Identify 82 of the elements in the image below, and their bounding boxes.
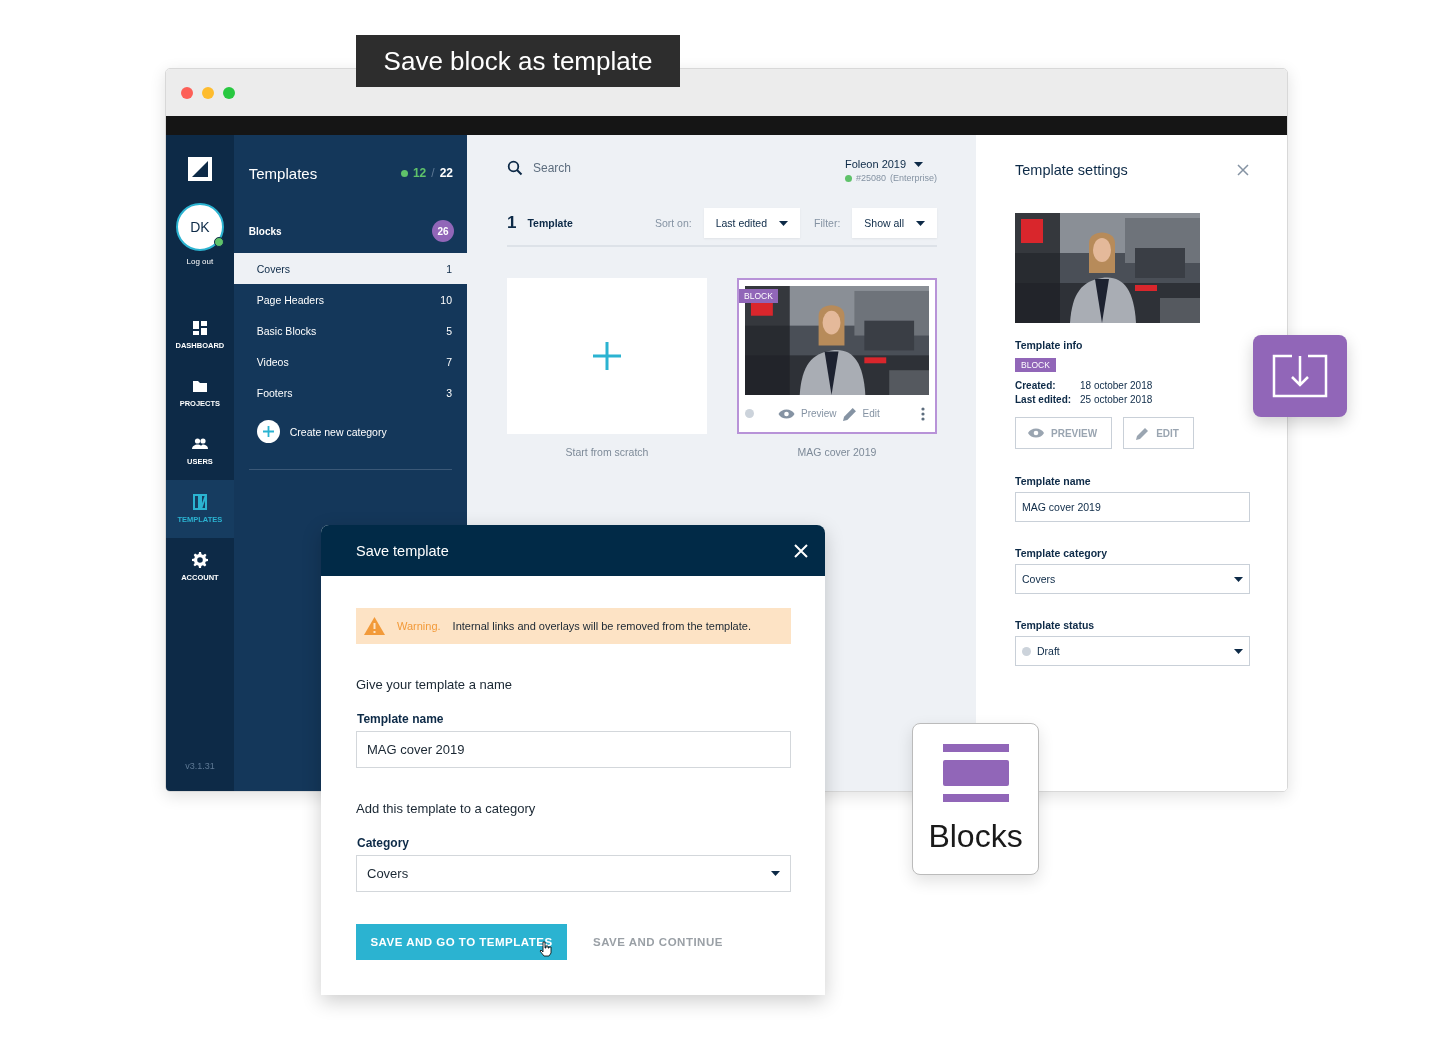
card-caption: MAG cover 2019 [797, 446, 877, 458]
card-caption: Start from scratch [565, 446, 649, 458]
templates-icon [191, 494, 208, 510]
settings-icon [191, 552, 208, 568]
sort-dropdown[interactable]: Last edited [703, 208, 801, 238]
category-select[interactable]: Covers [356, 855, 791, 892]
status-dot [400, 169, 408, 177]
count-separator: / [431, 166, 435, 180]
category-item[interactable]: Page Headers 10 [233, 284, 467, 315]
avatar[interactable]: DK [175, 203, 224, 251]
type-badge: BLOCK [739, 289, 778, 303]
caret-icon [916, 220, 925, 226]
caret-icon [914, 161, 924, 167]
maximize-dot[interactable] [223, 86, 235, 99]
section-heading: Add this template to a category [356, 801, 537, 816]
dialog-title: Save template [356, 542, 449, 559]
category-item[interactable]: Basic Blocks 5 [233, 315, 467, 346]
version-label: v3.1.31 [185, 761, 215, 771]
pencil-icon [842, 406, 857, 421]
category-select[interactable]: Covers [1015, 564, 1250, 594]
field-label: Template status [1015, 619, 1096, 631]
folder-icon [191, 378, 208, 394]
total-count: 22 [439, 166, 453, 180]
template-card[interactable]: BLOCK Preview Edit [737, 278, 937, 434]
download-icon [1271, 354, 1329, 398]
pencil-icon [1136, 426, 1150, 440]
section-heading: Give your template a name [356, 677, 514, 692]
caret-icon [771, 871, 780, 876]
warning-label: Warning. [397, 620, 441, 632]
meta-value: 25 october 2018 [1080, 394, 1154, 405]
dashboard-icon [191, 320, 208, 336]
warning-icon [364, 617, 385, 635]
account-dropdown[interactable]: Foleon 2019 [844, 158, 937, 170]
published-count: 12 [412, 166, 427, 180]
panel-title: Template settings [1015, 162, 1128, 178]
field-label: Template name [1015, 475, 1092, 487]
meta-label: Created: [1015, 380, 1057, 391]
search-icon [507, 160, 523, 176]
count-badge: 26 [432, 220, 454, 242]
category-item[interactable]: Covers 1 [233, 253, 467, 284]
category-item[interactable]: Videos 7 [233, 346, 467, 377]
warning-text: Internal links and overlays will be removed from the template. [452, 620, 751, 632]
minimize-dot[interactable] [202, 86, 214, 99]
group-title: Blocks [248, 225, 282, 237]
count-label: Template [527, 217, 573, 229]
field-label: Template category [1015, 547, 1108, 559]
panel-title: Templates [248, 164, 318, 182]
caret-icon [779, 220, 789, 226]
account-plan: (Enterprise) [890, 173, 937, 183]
close-dot[interactable] [181, 86, 193, 99]
status-dot [1022, 646, 1031, 656]
tile-label: Blocks [928, 818, 1023, 855]
account-id: #25080 [855, 173, 886, 183]
meta-value: 18 october 2018 [1080, 380, 1154, 391]
template-count: 1 [507, 213, 517, 233]
logo-icon[interactable] [187, 157, 212, 181]
caption-banner: Save block as template [356, 35, 680, 87]
meta-label: Last edited: [1015, 394, 1073, 405]
filter-dropdown[interactable]: Show all [852, 208, 937, 238]
category-item[interactable]: Footers 3 [233, 377, 467, 408]
field-label: Category [357, 836, 410, 850]
logout-link[interactable]: Log out [186, 257, 214, 266]
plus-icon [256, 420, 280, 443]
sort-label: Sort on: [654, 217, 692, 229]
field-label: Template name [357, 712, 445, 726]
caret-icon [1234, 648, 1243, 654]
blocks-icon [942, 744, 1009, 802]
search-field[interactable]: Search [533, 161, 653, 175]
name-input[interactable]: MAG cover 2019 [356, 731, 791, 768]
more-icon[interactable] [921, 406, 925, 421]
type-badge: BLOCK [1015, 358, 1056, 372]
eye-icon [1028, 428, 1044, 438]
section-heading: Template info [1015, 339, 1084, 351]
filter-label: Filter: [814, 217, 841, 229]
name-input[interactable]: MAG cover 2019 [1015, 492, 1250, 522]
eye-icon [778, 408, 795, 419]
plus-icon [592, 341, 622, 371]
create-category-button[interactable]: Create new category [256, 420, 467, 443]
status-select[interactable]: Draft [1015, 636, 1250, 666]
users-icon [191, 436, 208, 452]
status-dot [745, 409, 754, 418]
caret-icon [1234, 576, 1243, 582]
